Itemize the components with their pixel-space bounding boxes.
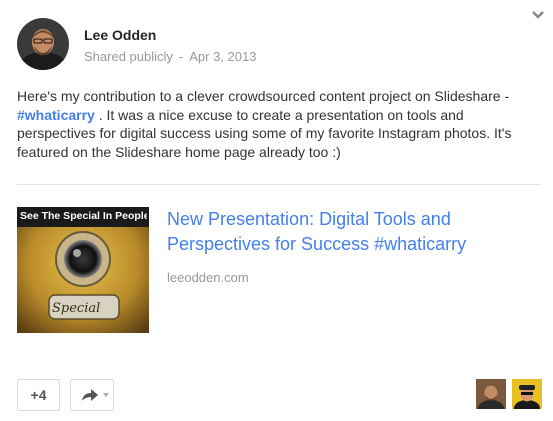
author-name[interactable]: Lee Odden	[84, 27, 156, 43]
plus-one-button[interactable]: +4	[17, 379, 60, 411]
thumbnail-caption: See The Special In People.	[20, 210, 147, 222]
link-title[interactable]: New Presentation: Digital Tools and Pers…	[167, 207, 487, 257]
plusoner-avatar[interactable]	[476, 379, 506, 409]
share-button[interactable]	[70, 379, 114, 411]
post-body: Here's my contribution to a clever crowd…	[17, 87, 541, 161]
post-meta: Shared publicly - Apr 3, 2013	[84, 49, 256, 64]
chevron-down-icon[interactable]	[531, 10, 545, 20]
caret-down-icon	[103, 393, 109, 397]
meta-separator: -	[178, 49, 184, 64]
link-domain[interactable]: leeodden.com	[167, 270, 249, 285]
hashtag-link[interactable]: #whaticarry	[17, 107, 95, 123]
share-arrow-icon	[82, 389, 98, 401]
author-avatar[interactable]	[17, 18, 69, 70]
visibility-label: Shared publicly	[84, 49, 173, 64]
plusoner-avatar[interactable]	[512, 379, 542, 409]
thumbnail-script: Special	[52, 301, 101, 316]
divider	[17, 184, 541, 185]
post-text-before: Here's my contribution to a clever crowd…	[17, 88, 510, 104]
post-date[interactable]: Apr 3, 2013	[189, 49, 256, 64]
